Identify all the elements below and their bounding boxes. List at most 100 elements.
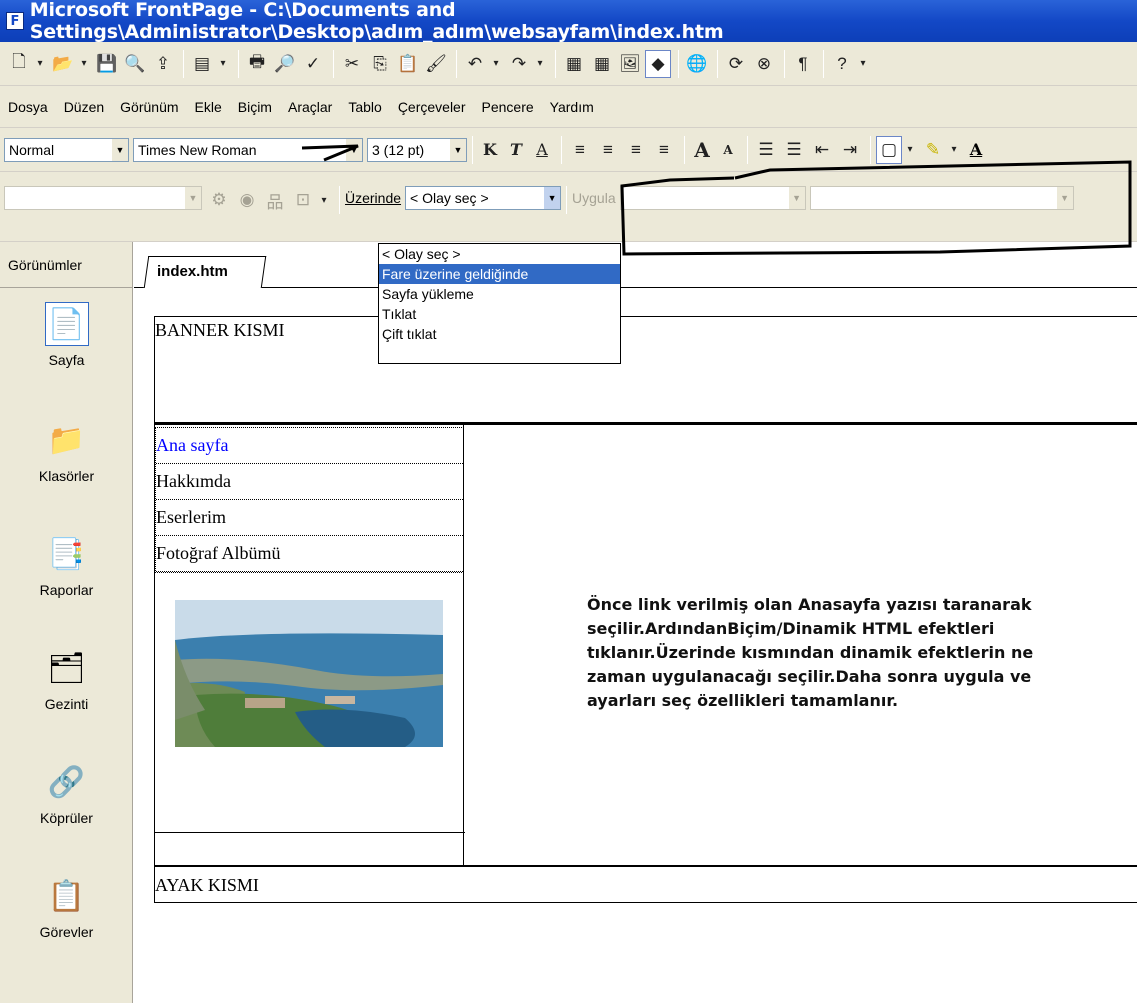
insert-picture-icon[interactable]: 🖼 bbox=[617, 50, 643, 78]
new-dropdown-icon[interactable]: ▾ bbox=[34, 50, 46, 78]
event-option-highlighted[interactable]: Fare üzerine geldiğinde bbox=[379, 264, 620, 284]
menu-gorunum[interactable]: Görünüm bbox=[120, 99, 178, 115]
event-option[interactable]: < Olay seç > bbox=[379, 244, 620, 264]
chevron-down-icon[interactable]: ▼ bbox=[788, 187, 805, 209]
highlight-icon[interactable]: ✎ bbox=[920, 136, 946, 164]
redo-dropdown-icon[interactable]: ▾ bbox=[534, 50, 546, 78]
open-dropdown-icon[interactable]: ▾ bbox=[78, 50, 90, 78]
tab-index-htm[interactable]: index.htm bbox=[143, 256, 267, 288]
menu-cerceveler[interactable]: Çerçeveler bbox=[398, 99, 466, 115]
element-select[interactable]: ▼ bbox=[4, 186, 202, 210]
hierarchy-icon[interactable]: 品 bbox=[262, 186, 288, 214]
publish-icon[interactable]: ⇪ bbox=[150, 50, 176, 78]
event-option[interactable]: Sayfa yükleme bbox=[379, 284, 620, 304]
view-page[interactable]: 📄 Sayfa bbox=[0, 302, 133, 368]
show-all-icon[interactable]: ¶ bbox=[790, 50, 816, 78]
increase-indent-icon[interactable]: ⇥ bbox=[837, 136, 863, 164]
format-icon[interactable]: ⚙ bbox=[206, 186, 232, 214]
chevron-down-icon[interactable]: ▼ bbox=[346, 138, 362, 161]
print-preview-icon[interactable]: 🔎 bbox=[272, 50, 298, 78]
refresh-icon[interactable]: ⟳ bbox=[723, 50, 749, 78]
event-option[interactable]: Çift tıklat bbox=[379, 324, 620, 344]
event-select[interactable]: < Olay seç > ▼ bbox=[405, 186, 562, 210]
frontpage-app-icon[interactable]: F bbox=[6, 12, 24, 30]
menu-araclar[interactable]: Araçlar bbox=[288, 99, 332, 115]
menu-duzen[interactable]: Düzen bbox=[64, 99, 104, 115]
left-nav-cell[interactable]: Ana sayfa Hakkımda Eserlerim Fotoğraf Al… bbox=[154, 425, 465, 867]
menu-tablo[interactable]: Tablo bbox=[348, 99, 381, 115]
footer-cell[interactable]: AYAK KISMI bbox=[154, 865, 1137, 903]
chevron-down-icon[interactable]: ▼ bbox=[1056, 187, 1073, 209]
decrease-font-icon[interactable]: A bbox=[716, 136, 740, 164]
decrease-indent-icon[interactable]: ⇤ bbox=[809, 136, 835, 164]
menu-bicim[interactable]: Biçim bbox=[238, 99, 272, 115]
underline-icon[interactable]: A bbox=[530, 136, 554, 164]
menu-pencere[interactable]: Pencere bbox=[482, 99, 534, 115]
view-folders[interactable]: 📁 Klasörler bbox=[0, 418, 133, 485]
font-color-icon[interactable]: A bbox=[964, 136, 988, 164]
spelling-icon[interactable]: ✓ bbox=[300, 50, 326, 78]
toggle-pane-icon[interactable]: ▤ bbox=[189, 50, 215, 78]
numbering-icon[interactable]: ☰ bbox=[753, 136, 779, 164]
hyperlink-icon[interactable]: 🌐 bbox=[684, 50, 710, 78]
toolbar-options-icon[interactable]: ▾ bbox=[857, 50, 869, 78]
increase-font-icon[interactable]: A bbox=[690, 136, 714, 164]
align-left-icon[interactable]: ≡ bbox=[567, 136, 593, 164]
highlight-dropdown-icon[interactable]: ▾ bbox=[948, 136, 960, 164]
bold-icon[interactable]: K bbox=[478, 136, 502, 164]
event-select-value: < Olay seç > bbox=[410, 190, 489, 206]
banner-cell[interactable]: BANNER KISMI bbox=[154, 316, 1137, 423]
save-icon[interactable]: 💾 bbox=[94, 50, 120, 78]
borders-dropdown-icon[interactable]: ▾ bbox=[904, 136, 916, 164]
page-editor[interactable]: BANNER KISMI Ana sayfa Hakkımda Eserleri… bbox=[134, 289, 1137, 1003]
globe-icon[interactable]: ◉ bbox=[234, 186, 260, 214]
nav-link-fotograf-albumu[interactable]: Fotoğraf Albümü bbox=[156, 536, 463, 572]
menu-yardim[interactable]: Yardım bbox=[550, 99, 594, 115]
align-center-icon[interactable]: ≡ bbox=[595, 136, 621, 164]
view-reports[interactable]: 📑 Raporlar bbox=[0, 532, 133, 599]
copy-icon[interactable]: ⎘ bbox=[367, 50, 393, 78]
view-hyperlinks[interactable]: 🔗 Köprüler bbox=[0, 760, 133, 827]
borders-icon[interactable]: ▢ bbox=[876, 135, 902, 164]
chevron-down-icon[interactable]: ▼ bbox=[112, 138, 128, 161]
chevron-down-icon[interactable]: ▼ bbox=[185, 187, 201, 209]
event-option[interactable]: Tıklat bbox=[379, 304, 620, 324]
bullets-icon[interactable]: ☰ bbox=[781, 136, 807, 164]
chevron-down-icon[interactable]: ▼ bbox=[544, 187, 561, 209]
redo-icon[interactable]: ↷ bbox=[506, 50, 532, 78]
nav-link-eserlerim[interactable]: Eserlerim bbox=[156, 500, 463, 536]
format-painter-icon[interactable]: 🖌 bbox=[423, 50, 449, 78]
italic-icon[interactable]: T bbox=[504, 136, 528, 164]
font-select[interactable]: Times New Roman ▼ bbox=[133, 137, 363, 162]
menu-dosya[interactable]: Dosya bbox=[8, 99, 48, 115]
settings-select[interactable]: ▼ bbox=[809, 186, 1074, 210]
font-size-select[interactable]: 3 (12 pt) ▼ bbox=[367, 137, 467, 162]
align-right-icon[interactable]: ≡ bbox=[623, 136, 649, 164]
cut-icon[interactable]: ✂ bbox=[339, 50, 365, 78]
menu-ekle[interactable]: Ekle bbox=[195, 99, 222, 115]
open-folder-icon[interactable]: 📂 bbox=[50, 50, 76, 78]
style-select[interactable]: Normal ▼ bbox=[4, 137, 129, 162]
pane-dropdown-icon[interactable]: ▾ bbox=[217, 50, 229, 78]
justify-icon[interactable]: ≡ bbox=[651, 136, 677, 164]
drawing-icon[interactable]: ◆ bbox=[645, 49, 671, 78]
toolbar-options-icon[interactable]: ▾ bbox=[318, 186, 330, 214]
insert-table-icon[interactable]: ▦ bbox=[589, 50, 615, 78]
stop-icon[interactable]: ⊗ bbox=[751, 50, 777, 78]
nav-link-hakkimda[interactable]: Hakkımda bbox=[156, 464, 463, 500]
new-page-icon[interactable]: 🗋 bbox=[6, 50, 32, 78]
paste-icon[interactable]: 📋 bbox=[395, 50, 421, 78]
remove-effect-icon[interactable]: ⊡ bbox=[290, 186, 316, 214]
nav-link-ana-sayfa[interactable]: Ana sayfa bbox=[156, 428, 463, 464]
view-navigation[interactable]: 🗂 Gezinti bbox=[0, 646, 133, 713]
undo-icon[interactable]: ↶ bbox=[462, 50, 488, 78]
help-icon[interactable]: ? bbox=[829, 50, 855, 78]
web-component-icon[interactable]: ▦ bbox=[561, 50, 587, 78]
print-icon[interactable]: 🖶 bbox=[244, 50, 270, 78]
view-tasks[interactable]: 📋 Görevler bbox=[0, 874, 133, 941]
undo-dropdown-icon[interactable]: ▾ bbox=[490, 50, 502, 78]
coastal-photo[interactable] bbox=[175, 600, 443, 747]
search-icon[interactable]: 🔍 bbox=[122, 50, 148, 78]
apply-select[interactable]: ▼ bbox=[619, 186, 806, 210]
chevron-down-icon[interactable]: ▼ bbox=[450, 138, 466, 161]
